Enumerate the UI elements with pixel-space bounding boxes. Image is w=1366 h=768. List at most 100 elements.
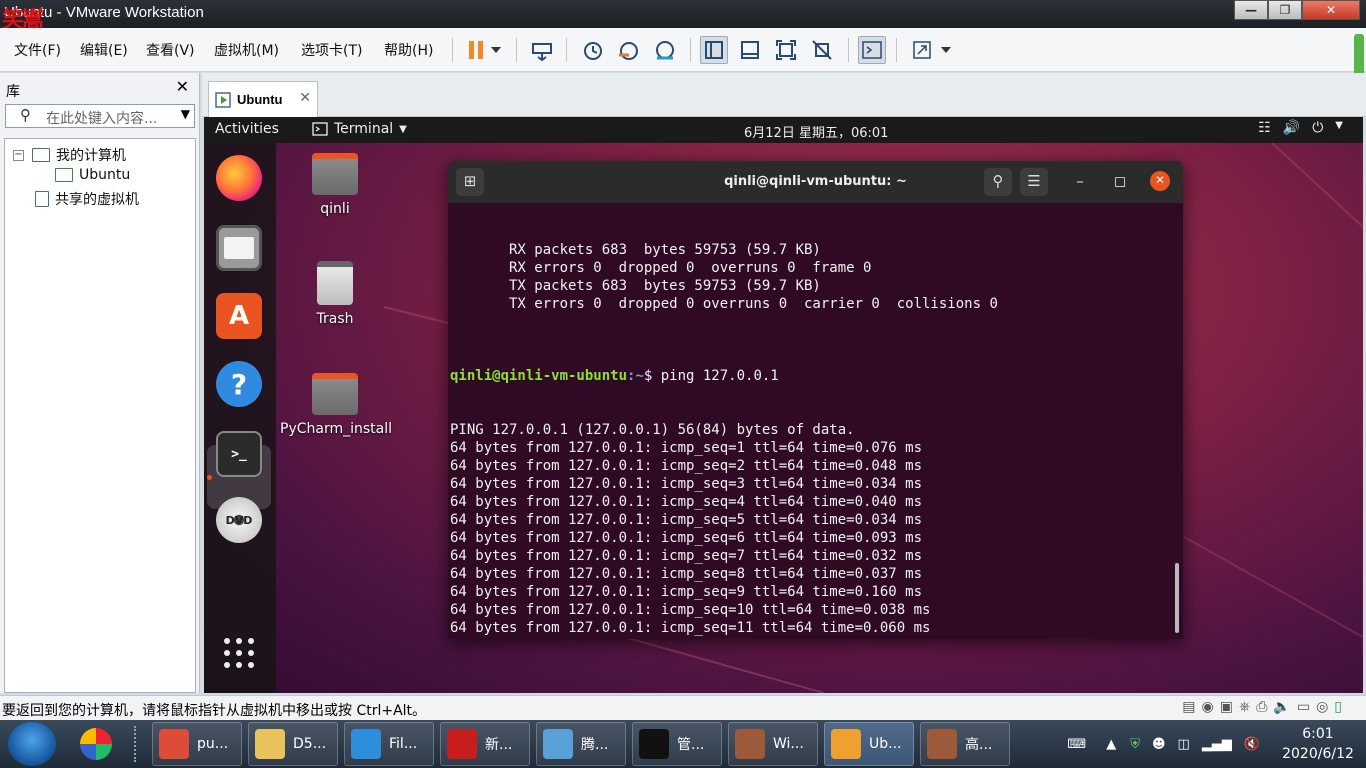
terminal-line: 64 bytes from 127.0.0.1: icmp_seq=6 ttl=… <box>450 530 923 546</box>
network-adapter-icon[interactable]: ▣ <box>1220 699 1233 715</box>
chevron-up-icon[interactable]: ▲ <box>1106 737 1116 752</box>
menu-edit[interactable]: 编辑(E) <box>80 40 128 60</box>
maximize-button[interactable]: ❐ <box>1268 0 1302 20</box>
menu-tabs[interactable]: 选项卡(T) <box>301 40 362 60</box>
menu-file[interactable]: 文件(F) <box>14 40 61 60</box>
ubuntu-dock: A ? >_ DVD <box>204 143 276 693</box>
taskbar-app-button[interactable]: Fil... <box>344 722 434 766</box>
desktop-icon-trash[interactable]: Trash <box>280 261 390 327</box>
taskbar-app-button[interactable]: Ub... <box>824 722 914 766</box>
close-button[interactable]: ✕ <box>1302 0 1360 20</box>
taskbar-app-button[interactable]: 新... <box>440 722 530 766</box>
desktop-icon-pycharm-folder[interactable]: PyCharm_install <box>280 373 392 437</box>
hamburger-menu-button[interactable]: ☰ <box>1020 168 1048 196</box>
topbar-clock[interactable]: 6月12日 星期五，06:01 <box>744 122 888 141</box>
sim-card-icon[interactable]: ◫ <box>1178 737 1190 752</box>
taskbar-app-button[interactable]: 管... <box>632 722 722 766</box>
keyboard-icon[interactable]: ⌨ <box>1067 737 1086 752</box>
device-icons: ▤ ◉ ▣ ⎈ ⎙ 🔈 ▭ ◎ ▯ <box>1182 699 1342 715</box>
tree-item-shared-vms[interactable]: 共享的虚拟机 <box>35 189 139 209</box>
printer-icon[interactable]: ⎙ <box>1256 699 1267 715</box>
taskbar-app-label: 腾... <box>581 737 609 753</box>
snapshot-icon[interactable] <box>578 36 606 64</box>
taskbar-clock[interactable]: 6:01 2020/6/12 <box>1270 724 1366 764</box>
terminal-minimize-button[interactable]: – <box>1066 168 1094 196</box>
revert-snapshot-icon[interactable] <box>614 36 642 64</box>
start-button[interactable] <box>8 722 56 766</box>
system-tray[interactable]: ☷ 🔊 ⏻ ▼ <box>1258 120 1343 136</box>
terminal-maximize-button[interactable]: ◻ <box>1106 168 1134 196</box>
message-icon[interactable]: ▯ <box>1334 699 1342 715</box>
files-icon[interactable] <box>216 225 262 271</box>
cdrom-icon[interactable]: ◉ <box>1202 699 1214 715</box>
vm-running-icon <box>55 168 73 182</box>
stretch-icon[interactable] <box>908 36 936 64</box>
search-button[interactable]: ⚲ <box>984 168 1012 196</box>
app-menu[interactable]: Terminal ▼ <box>312 121 407 137</box>
dvd-icon[interactable]: DVD <box>216 497 262 543</box>
chevron-down-icon[interactable]: ▼ <box>181 107 190 121</box>
firefox-icon[interactable] <box>216 155 262 201</box>
terminal-line: RX packets 683 bytes 59753 (59.7 KB) <box>450 242 821 258</box>
terminal-close-button[interactable]: ✕ <box>1150 171 1170 191</box>
tree-item-label: Ubuntu <box>79 167 131 183</box>
snapshot-manager-icon[interactable] <box>650 36 678 64</box>
library-search-input[interactable]: ⚲ 在此处键入内容... ▼ <box>5 104 195 128</box>
sidebar-toggle-icon[interactable] <box>700 36 728 64</box>
volume-icon: 🔊 <box>1282 120 1301 136</box>
activities-button[interactable]: Activities <box>215 121 279 137</box>
vm-display[interactable]: Activities Terminal ▼ 6月12日 星期五，06:01 ☷ … <box>204 117 1363 693</box>
taskbar-app-label: Fil... <box>389 736 418 752</box>
library-close-button[interactable]: ✕ <box>176 77 189 96</box>
terminal-line: 64 bytes from 127.0.0.1: icmp_seq=4 ttl=… <box>450 494 923 510</box>
taskbar-app-button[interactable]: 腾... <box>536 722 626 766</box>
hdd-icon[interactable]: ▤ <box>1182 699 1195 715</box>
taskbar-app-label: pu... <box>197 736 229 752</box>
menu-vm[interactable]: 虚拟机(M) <box>214 40 279 60</box>
qq-icon[interactable]: ☻ <box>1152 737 1166 752</box>
collapse-icon[interactable]: − <box>13 149 24 161</box>
menu-view[interactable]: 查看(V) <box>146 40 195 60</box>
volume-muted-icon[interactable]: 🔇 <box>1244 737 1260 752</box>
desktop-icon-home[interactable]: qinli <box>280 153 390 217</box>
chevron-down-icon: ▼ <box>399 123 407 135</box>
terminal-dock-icon[interactable]: >_ <box>216 431 262 477</box>
minimize-button[interactable]: — <box>1234 0 1268 20</box>
software-center-icon[interactable]: A <box>216 293 262 339</box>
tab-ubuntu[interactable]: Ubuntu ✕ <box>208 81 318 117</box>
prompt-user: qinli@qinli-vm-ubuntu <box>450 368 628 384</box>
taskbar-app-button[interactable]: Wi... <box>728 722 818 766</box>
terminal-line: 64 bytes from 127.0.0.1: icmp_seq=8 ttl=… <box>450 566 923 582</box>
shield-icon[interactable]: ⛨ <box>1130 737 1140 752</box>
taskbar-app-button[interactable]: 高... <box>920 722 1010 766</box>
trash-icon <box>317 261 353 305</box>
pinned-app-icon[interactable] <box>80 728 112 760</box>
search-icon: ⚲ <box>20 106 31 124</box>
taskbar-app-button[interactable]: D5... <box>248 722 338 766</box>
toolbar-separator <box>690 38 691 62</box>
help-icon[interactable]: ? <box>216 361 262 407</box>
console-view-icon[interactable] <box>736 36 764 64</box>
show-apps-icon[interactable] <box>216 633 262 673</box>
display-icon[interactable]: ▭ <box>1297 699 1310 715</box>
tab-close-button[interactable]: ✕ <box>299 90 311 106</box>
tree-item-ubuntu[interactable]: Ubuntu <box>55 167 130 183</box>
usb-icon[interactable]: ⎈ <box>1239 699 1250 715</box>
taskbar-app-button[interactable]: pu... <box>152 722 242 766</box>
menu-toolbar: 文件(F) 编辑(E) 查看(V) 虚拟机(M) 选项卡(T) 帮助(H) <box>0 28 1366 72</box>
signal-icon[interactable]: ▂▄▆ <box>1202 737 1232 752</box>
send-keys-icon[interactable] <box>528 36 556 64</box>
tree-item-my-computer[interactable]: − 我的计算机 <box>13 145 126 165</box>
terminal-output[interactable]: RX packets 683 bytes 59753 (59.7 KB) RX … <box>450 203 1175 639</box>
terminal-scrollbar[interactable] <box>1175 563 1179 633</box>
terminal-console-icon[interactable] <box>858 36 886 64</box>
desktop-icon-label: Trash <box>316 311 354 327</box>
sound-icon[interactable]: 🔈 <box>1273 699 1290 715</box>
power-dropdown-icon[interactable] <box>486 36 506 64</box>
fullscreen-icon[interactable] <box>772 36 800 64</box>
terminal-window[interactable]: ⊞ qinli@qinli-vm-ubuntu: ~ ⚲ ☰ – ◻ ✕ RX … <box>448 161 1183 639</box>
menu-help[interactable]: 帮助(H) <box>384 40 433 60</box>
settings-icon[interactable]: ◎ <box>1316 699 1328 715</box>
unity-mode-icon[interactable] <box>808 36 836 64</box>
stretch-dropdown-icon[interactable] <box>936 36 956 64</box>
